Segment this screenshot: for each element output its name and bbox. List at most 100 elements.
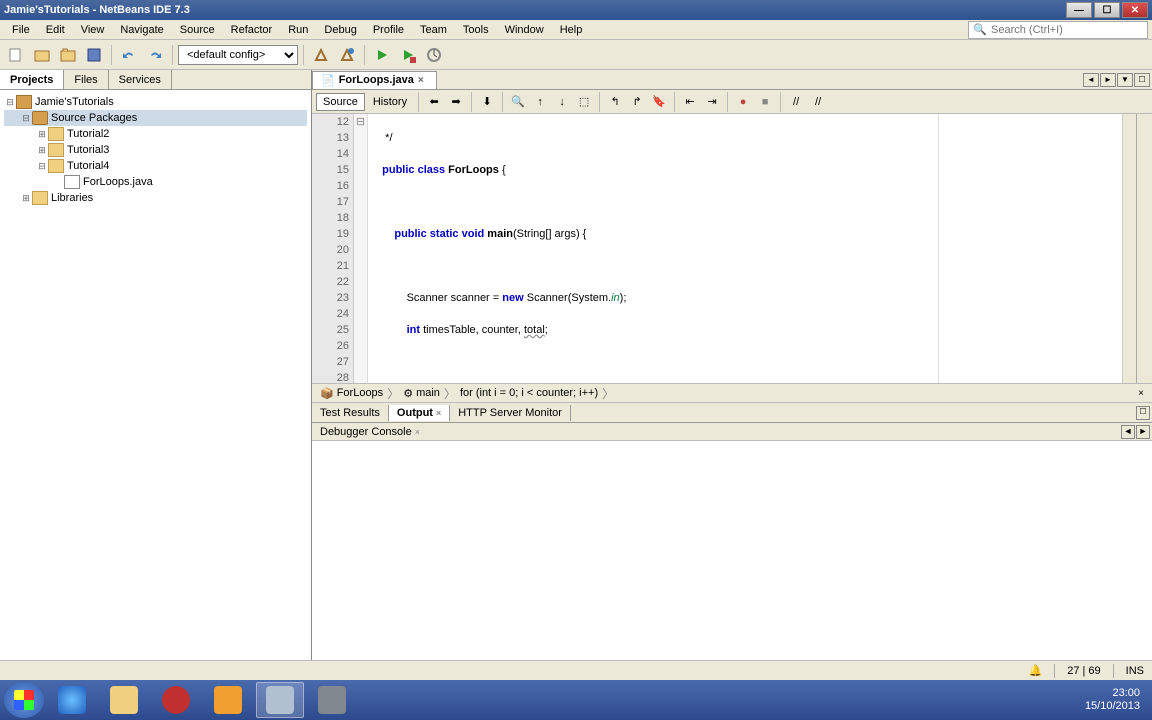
history-view-button[interactable]: History <box>367 94 413 110</box>
build-button[interactable] <box>309 43 333 67</box>
output-tabs: Test Results Output × HTTP Server Monito… <box>312 403 1152 423</box>
notification-icon[interactable]: 🔔 <box>1029 664 1043 677</box>
menu-run[interactable]: Run <box>280 22 316 38</box>
tree-pkg-tutorial2[interactable]: ⊞Tutorial2 <box>4 126 307 142</box>
taskbar-media[interactable] <box>204 682 252 718</box>
find-next-button[interactable]: ↓ <box>552 92 572 112</box>
menu-edit[interactable]: Edit <box>38 22 73 38</box>
new-project-button[interactable] <box>30 43 54 67</box>
maximize-editor-button[interactable]: ☐ <box>1134 73 1150 87</box>
titlebar: Jamie'sTutorials - NetBeans IDE 7.3 — ☐ … <box>0 0 1152 20</box>
menu-help[interactable]: Help <box>552 22 591 38</box>
tab-services[interactable]: Services <box>109 70 172 89</box>
tree-pkg-tutorial4[interactable]: ⊟Tutorial4 <box>4 158 307 174</box>
system-tray[interactable]: 23:00 15/10/2013 <box>1085 687 1148 713</box>
menu-refactor[interactable]: Refactor <box>223 22 281 38</box>
comment-button[interactable]: // <box>786 92 806 112</box>
tab-list-button[interactable]: ▼ <box>1117 73 1133 87</box>
tab-http-monitor[interactable]: HTTP Server Monitor <box>450 405 571 421</box>
tree-project-root[interactable]: ⊟Jamie'sTutorials <box>4 94 307 110</box>
open-project-button[interactable] <box>56 43 80 67</box>
windows-logo-icon <box>14 690 34 710</box>
quick-search[interactable]: 🔍 <box>968 21 1148 39</box>
tab-output[interactable]: Output × <box>389 405 450 421</box>
taskbar-app[interactable] <box>308 682 356 718</box>
menu-source[interactable]: Source <box>172 22 223 38</box>
menu-file[interactable]: File <box>4 22 38 38</box>
tree-libraries[interactable]: ⊞Libraries <box>4 190 307 206</box>
project-tree[interactable]: ⊟Jamie'sTutorials ⊟Source Packages ⊞Tuto… <box>0 90 311 710</box>
debug-button[interactable] <box>396 43 420 67</box>
uncomment-button[interactable]: // <box>808 92 828 112</box>
clean-build-button[interactable] <box>335 43 359 67</box>
menu-navigate[interactable]: Navigate <box>112 22 171 38</box>
search-input[interactable] <box>991 24 1143 36</box>
run-button[interactable] <box>370 43 394 67</box>
tab-close-button[interactable]: × <box>418 75 428 85</box>
toggle-bookmark-button[interactable]: 🔖 <box>649 92 669 112</box>
scroll-left-button[interactable]: ◄ <box>1083 73 1099 87</box>
taskbar-ie[interactable] <box>48 682 96 718</box>
find-selection-button[interactable]: 🔍 <box>508 92 528 112</box>
menu-team[interactable]: Team <box>412 22 455 38</box>
prev-bookmark-button[interactable]: ↰ <box>605 92 625 112</box>
statusbar: 🔔 27 | 69 INS <box>0 660 1152 680</box>
taskbar-explorer[interactable] <box>100 682 148 718</box>
new-file-button[interactable] <box>4 43 28 67</box>
toggle-highlight-button[interactable]: ⬚ <box>574 92 594 112</box>
find-prev-button[interactable]: ↑ <box>530 92 550 112</box>
start-button[interactable] <box>4 682 44 718</box>
shift-right-button[interactable]: ⇥ <box>702 92 722 112</box>
taskbar-netbeans[interactable] <box>256 682 304 718</box>
profile-button[interactable] <box>422 43 446 67</box>
vertical-scrollbar[interactable] <box>1136 114 1152 383</box>
macro-stop-button[interactable]: ■ <box>755 92 775 112</box>
editor-tab-forloops[interactable]: 📄 ForLoops.java × <box>312 71 437 89</box>
maximize-button[interactable]: ☐ <box>1094 2 1120 18</box>
nav-back-button[interactable]: ⬅ <box>424 92 444 112</box>
next-bookmark-button[interactable]: ↱ <box>627 92 647 112</box>
menu-debug[interactable]: Debug <box>316 22 364 38</box>
error-stripe[interactable] <box>1122 114 1136 383</box>
breadcrumb-class[interactable]: 📦 ForLoops <box>316 387 387 400</box>
menu-profile[interactable]: Profile <box>365 22 412 38</box>
breadcrumb-for[interactable]: for (int i = 0; i < counter; i++) <box>456 387 602 399</box>
tree-source-packages[interactable]: ⊟Source Packages <box>4 110 307 126</box>
scroll-right-button[interactable]: ► <box>1100 73 1116 87</box>
minimize-button[interactable]: — <box>1066 2 1092 18</box>
sidebar: Projects Files Services ⊟Jamie'sTutorial… <box>0 70 312 710</box>
code-editor[interactable]: 12131415161718192021222324252627282930 ⊟… <box>312 114 1152 383</box>
main-toolbar: <default config> <box>0 40 1152 70</box>
undo-button[interactable] <box>117 43 141 67</box>
tab-test-results[interactable]: Test Results <box>312 405 389 421</box>
tray-time: 23:00 <box>1085 687 1140 700</box>
tab-files[interactable]: Files <box>64 70 108 89</box>
breadcrumb-method[interactable]: ⚙ main <box>399 387 444 400</box>
nav-fwd-button[interactable]: ➡ <box>446 92 466 112</box>
source-view-button[interactable]: Source <box>316 93 365 111</box>
menu-window[interactable]: Window <box>497 22 552 38</box>
editor-tab-label: ForLoops.java <box>339 74 414 86</box>
close-button[interactable]: ✕ <box>1122 2 1148 18</box>
inner-tab-debugger[interactable]: Debugger Console × <box>312 425 428 439</box>
redo-button[interactable] <box>143 43 167 67</box>
macro-record-button[interactable]: ● <box>733 92 753 112</box>
breadcrumb-close-button[interactable]: × <box>1134 388 1148 399</box>
config-combo[interactable]: <default config> <box>178 45 298 65</box>
tree-pkg-tutorial3[interactable]: ⊞Tutorial3 <box>4 142 307 158</box>
fold-gutter[interactable]: ⊟ <box>354 114 368 383</box>
code-content[interactable]: */ public class ForLoops { public static… <box>368 114 1122 383</box>
output-maximize-button[interactable]: ☐ <box>1136 406 1150 420</box>
save-all-button[interactable] <box>82 43 106 67</box>
inner-nav-left[interactable]: ◄ <box>1121 425 1135 439</box>
line-number-gutter[interactable]: 12131415161718192021222324252627282930 <box>312 114 354 383</box>
taskbar-opera[interactable] <box>152 682 200 718</box>
tree-file-forloops[interactable]: ForLoops.java <box>4 174 307 190</box>
menu-view[interactable]: View <box>73 22 113 38</box>
inner-nav-right[interactable]: ► <box>1136 425 1150 439</box>
menu-tools[interactable]: Tools <box>455 22 497 38</box>
last-edit-button[interactable]: ⬇ <box>477 92 497 112</box>
tab-projects[interactable]: Projects <box>0 70 64 89</box>
shift-left-button[interactable]: ⇤ <box>680 92 700 112</box>
editor-area: 📄 ForLoops.java × ◄ ► ▼ ☐ Source History… <box>312 70 1152 710</box>
